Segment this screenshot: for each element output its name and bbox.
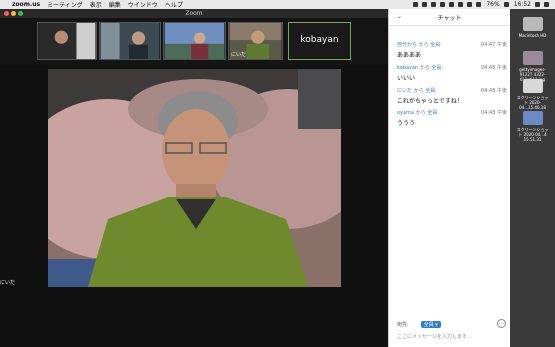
status-icon[interactable]	[458, 2, 464, 7]
send-to-value: 全員	[423, 322, 434, 328]
desktop-item-image[interactable]: gettyimages-91227 4322-612x612.jpg	[516, 51, 549, 82]
message-text: ううう	[397, 120, 416, 127]
chat-message: にいだ から 全員: 04:48 午後 これがちゃっとですね！	[397, 87, 507, 105]
message-time: 04:47 午後	[481, 42, 507, 48]
status-icon[interactable]	[413, 2, 419, 7]
battery-percent[interactable]: 76%	[486, 1, 499, 8]
status-icon[interactable]	[422, 2, 428, 7]
image-file-icon	[522, 51, 543, 65]
active-speaker-video	[48, 69, 341, 287]
desktop-item-screenshot[interactable]: スクリーンショット 2020-04...15.40.18	[516, 79, 549, 110]
participant-thumbnail[interactable]	[99, 22, 161, 60]
participant-thumbnail[interactable]: にいだ	[228, 22, 283, 60]
message-recipient: 全員:	[430, 42, 442, 48]
search-icon[interactable]	[535, 2, 540, 7]
participant-name-tag: にいだ	[231, 52, 247, 58]
chat-message: 自分から から 全員: 04:47 午後 ああああ	[397, 41, 507, 59]
send-to-row: 宛先: 全員 ▾	[397, 321, 441, 328]
message-connector: から	[415, 110, 426, 116]
menu-bar: zoom.us ミーティング 表示 編集 ウインドウ ヘルプ 76% 16:52	[0, 0, 555, 9]
desktop-item-screenshot[interactable]: スクリーンショット 2020-04...4 15.51.31	[516, 111, 549, 142]
menu-item-meeting[interactable]: ミーティング	[47, 0, 83, 9]
menu-item-help[interactable]: ヘルプ	[165, 0, 183, 9]
message-recipient: 全員:	[427, 110, 439, 116]
screenshot-file-icon	[522, 111, 543, 125]
more-options-icon[interactable]: …	[497, 319, 506, 328]
status-icon[interactable]	[449, 2, 455, 7]
message-recipient: 全員:	[425, 88, 437, 94]
window-title: Zoom	[185, 10, 203, 17]
chat-title: チャット	[437, 15, 462, 22]
menu-item-view[interactable]: 表示	[90, 0, 102, 9]
status-icon[interactable]	[467, 2, 473, 7]
message-sender: kobayan	[397, 65, 419, 71]
message-connector: から	[419, 65, 430, 71]
message-time: 04:48 午後	[481, 110, 507, 116]
desktop-item-label: スクリーンショット 2020-04...15.40.18	[516, 95, 549, 110]
chat-message: oyama から 全員: 04:48 午後 ううう	[397, 109, 507, 127]
chat-panel: ⌄ チャット 自分から から 全員: 04:47 午後 ああああ kobayan…	[388, 9, 510, 347]
hard-drive-icon	[522, 17, 543, 31]
status-icon[interactable]	[440, 2, 446, 7]
send-to-label: 宛先:	[397, 322, 409, 328]
desktop-item-label: スクリーンショット 2020-04...4 15.51.31	[516, 127, 549, 142]
clock[interactable]: 16:52	[514, 1, 531, 8]
status-icon[interactable]	[431, 2, 437, 7]
title-bar: Zoom	[0, 9, 388, 18]
screenshot-file-icon	[522, 79, 543, 93]
participant-video	[164, 23, 225, 59]
message-time: 04:48 午後	[481, 88, 507, 94]
participant-video	[38, 23, 96, 59]
status-area: 76% 16:52	[409, 1, 555, 8]
message-connector: から	[418, 42, 429, 48]
participant-thumbnail[interactable]	[163, 22, 226, 60]
speaker-video-frame	[48, 69, 341, 287]
message-sender: oyama	[397, 110, 415, 116]
screen: zoom.us ミーティング 表示 編集 ウインドウ ヘルプ 76% 16:52	[0, 0, 555, 347]
desktop-item-label: Macintosh HD	[518, 33, 547, 38]
battery-icon[interactable]	[503, 2, 509, 7]
wifi-icon[interactable]	[476, 2, 482, 7]
message-sender: 自分から	[397, 42, 418, 48]
send-to-dropdown[interactable]: 全員 ▾	[420, 321, 441, 328]
active-speaker-label: にいだ	[0, 280, 16, 286]
message-sender: にいだ	[397, 88, 413, 94]
participant-name: kobayan	[300, 35, 339, 45]
chat-input[interactable]: ここにメッセージを入力します…	[397, 333, 472, 340]
message-connector: から	[413, 88, 424, 94]
participant-thumbnail[interactable]	[37, 22, 97, 60]
message-text: ああああ	[397, 52, 422, 59]
menu-app-name[interactable]: zoom.us	[12, 1, 40, 8]
control-center-icon[interactable]	[544, 2, 549, 7]
message-text: いいい	[397, 75, 416, 82]
menu-item-edit[interactable]: 編集	[109, 0, 121, 9]
participant-strip: にいだ kobayan	[0, 18, 388, 65]
participant-video	[100, 23, 160, 59]
menu-item-window[interactable]: ウインドウ	[128, 0, 158, 9]
message-recipient: 全員:	[431, 65, 444, 71]
chat-message: kobayan から 全員: 04:48 午後 いいい	[397, 64, 507, 82]
chat-header: ⌄ チャット	[389, 9, 510, 26]
message-text: これがちゃっとですね！	[397, 98, 463, 105]
message-time: 04:48 午後	[481, 65, 507, 71]
desktop: Macintosh HD gettyimages-91227 4322-612x…	[510, 9, 555, 347]
participant-thumbnail[interactable]: kobayan	[288, 22, 351, 60]
desktop-item-macintosh-hd[interactable]: Macintosh HD	[516, 17, 549, 38]
